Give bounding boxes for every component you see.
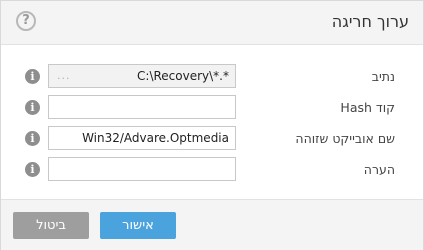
comment-info-icon[interactable]: i <box>25 162 40 177</box>
object-name-info-icon[interactable]: i <box>25 131 40 146</box>
dialog-footer: ביטול אישור <box>1 199 423 250</box>
path-value: C:\Recovery\*.* <box>137 69 229 83</box>
path-info-icon[interactable]: i <box>25 69 40 84</box>
path-overflow-dots: ... <box>57 69 71 82</box>
hash-label: קוד Hash <box>340 100 395 115</box>
path-label: נתיב <box>371 69 395 84</box>
path-row: i ... C:\Recovery\*.* נתיב <box>1 64 423 90</box>
dialog-header: ? ערוך חריגה <box>1 1 423 45</box>
comment-row: i הערה <box>1 157 423 183</box>
dialog-title: ערוך חריגה <box>331 12 409 31</box>
comment-field[interactable] <box>48 157 236 181</box>
help-icon[interactable]: ? <box>16 11 36 31</box>
object-name-field[interactable]: Win32/Advare.Optmedia <box>48 126 236 150</box>
object-name-row: i Win32/Advare.Optmedia שם אובייקט שזוהה <box>1 126 423 152</box>
hash-row: i קוד Hash <box>1 95 423 121</box>
hash-info-icon[interactable]: i <box>25 100 40 115</box>
path-field[interactable]: ... C:\Recovery\*.* <box>48 64 236 88</box>
ok-button[interactable]: אישור <box>100 212 176 239</box>
cancel-button[interactable]: ביטול <box>13 212 89 239</box>
hash-field[interactable] <box>48 95 236 119</box>
comment-label: הערה <box>363 162 395 177</box>
edit-exclusion-dialog: ? ערוך חריגה i ... C:\Recovery\*.* נתיב … <box>0 0 424 250</box>
object-name-label: שם אובייקט שזוהה <box>295 131 395 146</box>
